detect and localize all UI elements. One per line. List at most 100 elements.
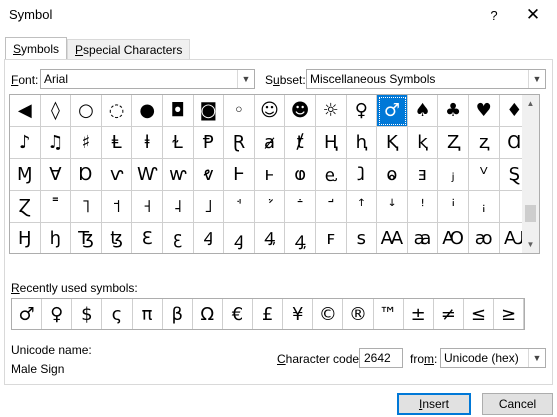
symbol-cell[interactable]: ● bbox=[132, 95, 163, 127]
symbol-cell[interactable]: ⱪ bbox=[407, 127, 439, 159]
font-dropdown[interactable]: Arial ▼ bbox=[40, 69, 255, 89]
symbol-cell[interactable]: ♀ bbox=[346, 95, 378, 127]
symbol-cell[interactable]: Ꜵ bbox=[438, 223, 469, 253]
cancel-button[interactable]: Cancel bbox=[482, 393, 553, 415]
symbol-cell[interactable]: Ⱡ bbox=[101, 127, 133, 159]
recent-symbol-cell[interactable]: ≠ bbox=[434, 299, 464, 329]
symbol-cell[interactable]: ☺ bbox=[254, 95, 286, 127]
recent-symbol-cell[interactable]: ≥ bbox=[494, 299, 525, 329]
symbol-cell[interactable]: Ɫ bbox=[162, 127, 194, 159]
symbol-cell[interactable]: Ⱶ bbox=[224, 159, 255, 191]
symbol-cell[interactable]: ⱽ bbox=[468, 159, 500, 191]
symbol-cell[interactable]: Ⱳ bbox=[132, 159, 163, 191]
symbol-cell[interactable]: ⱺ bbox=[377, 159, 408, 191]
scroll-up-icon[interactable]: ▲ bbox=[522, 95, 539, 112]
symbol-cell[interactable]: Ꜳ bbox=[377, 223, 408, 253]
symbol-cell[interactable]: ⱶ bbox=[254, 159, 286, 191]
symbol-cell[interactable]: Ꜧ bbox=[10, 223, 41, 253]
symbol-cell[interactable]: Ꜫ bbox=[132, 223, 163, 253]
symbol-cell[interactable]: Ꜩ bbox=[71, 223, 102, 253]
symbol-cell[interactable]: Ⱬ bbox=[438, 127, 469, 159]
symbol-cell[interactable]: Ɐ bbox=[40, 159, 72, 191]
recent-symbol-cell[interactable]: ♂ bbox=[12, 299, 43, 329]
symbol-cell[interactable]: ♂ bbox=[377, 95, 408, 127]
symbol-cell[interactable]: ♣ bbox=[438, 95, 469, 127]
recent-symbol-cell[interactable]: € bbox=[223, 299, 253, 329]
recent-symbol-cell[interactable]: $ bbox=[72, 299, 103, 329]
tab-symbols[interactable]: Symbols bbox=[5, 37, 68, 60]
symbol-cell[interactable]: ꜱ bbox=[347, 223, 378, 253]
recent-symbol-cell[interactable]: ™ bbox=[374, 299, 404, 329]
symbol-cell[interactable]: ꜚ bbox=[315, 191, 347, 223]
scrollbar-thumb[interactable] bbox=[525, 205, 536, 222]
symbol-cell[interactable]: ˦ bbox=[101, 191, 133, 223]
symbol-cell[interactable]: ⱡ bbox=[132, 127, 163, 159]
symbol-cell[interactable]: ꜜ bbox=[377, 191, 408, 223]
symbol-cell[interactable]: ˨ bbox=[162, 191, 194, 223]
symbol-cell[interactable]: ○ bbox=[71, 95, 102, 127]
symbol-cell[interactable]: ☻ bbox=[285, 95, 316, 127]
recent-symbol-cell[interactable]: ς bbox=[102, 299, 133, 329]
recent-symbol-cell[interactable]: ≤ bbox=[464, 299, 494, 329]
symbol-cell[interactable]: ⱥ bbox=[254, 127, 286, 159]
subset-dropdown[interactable]: Miscellaneous Symbols ▼ bbox=[306, 69, 546, 89]
symbol-cell[interactable]: ◘ bbox=[162, 95, 194, 127]
symbol-cell[interactable]: ⱻ bbox=[407, 159, 439, 191]
symbol-cell[interactable]: Ɒ bbox=[71, 159, 102, 191]
symbol-cell[interactable]: Ɽ bbox=[224, 127, 255, 159]
symbol-cell[interactable]: ⱨ bbox=[346, 127, 378, 159]
symbol-cell[interactable]: ꜝ bbox=[407, 191, 439, 223]
symbol-cell[interactable]: ⱸ bbox=[315, 159, 347, 191]
recent-symbol-cell[interactable]: © bbox=[313, 299, 344, 329]
symbol-cell[interactable]: Ⱪ bbox=[377, 127, 408, 159]
symbol-cell[interactable]: ꜵ bbox=[469, 223, 500, 253]
recent-symbol-cell[interactable]: ♀ bbox=[42, 299, 73, 329]
recent-symbol-cell[interactable]: ® bbox=[343, 299, 374, 329]
recent-symbol-cell[interactable]: ¥ bbox=[283, 299, 314, 329]
symbol-cell[interactable]: ☼ bbox=[315, 95, 347, 127]
symbol-cell[interactable]: ꜧ bbox=[41, 223, 72, 253]
symbol-cell[interactable]: ◊ bbox=[40, 95, 72, 127]
symbol-cell[interactable]: ♫ bbox=[40, 127, 72, 159]
symbol-cell[interactable]: ⱦ bbox=[285, 127, 316, 159]
symbol-cell[interactable]: ⱱ bbox=[101, 159, 133, 191]
symbol-cell[interactable]: ꜫ bbox=[163, 223, 194, 253]
symbol-cell[interactable]: ⱬ bbox=[468, 127, 500, 159]
symbol-cell[interactable]: ˭ bbox=[40, 191, 72, 223]
symbol-cell[interactable]: ꜩ bbox=[102, 223, 133, 253]
close-button[interactable]: ✕ bbox=[520, 2, 546, 28]
help-button[interactable]: ? bbox=[483, 2, 505, 28]
recent-symbol-cell[interactable]: £ bbox=[253, 299, 284, 329]
symbol-cell[interactable]: ꜯ bbox=[285, 223, 316, 253]
symbol-cell[interactable]: ꜗ bbox=[224, 191, 255, 223]
symbol-cell[interactable]: ◌ bbox=[101, 95, 133, 127]
symbol-cell[interactable]: ˥ bbox=[71, 191, 102, 223]
symbol-cell[interactable]: ♠ bbox=[407, 95, 439, 127]
symbol-grid-scrollbar[interactable]: ▲ ▼ bbox=[522, 95, 539, 253]
symbol-cell[interactable]: ⱼ bbox=[438, 159, 469, 191]
scroll-down-icon[interactable]: ▼ bbox=[522, 236, 539, 253]
symbol-cell[interactable]: ⱴ bbox=[193, 159, 225, 191]
symbol-cell[interactable]: ꜞ bbox=[438, 191, 469, 223]
symbol-cell[interactable]: ꜳ bbox=[408, 223, 439, 253]
tab-special-characters[interactable]: Pspecial Characters bbox=[67, 39, 191, 60]
symbol-cell[interactable]: ˧ bbox=[132, 191, 163, 223]
symbol-cell[interactable]: ♪ bbox=[10, 127, 41, 159]
symbol-cell[interactable]: ⱷ bbox=[285, 159, 316, 191]
from-dropdown[interactable]: Unicode (hex) ▼ bbox=[440, 348, 546, 368]
symbol-cell[interactable]: Ɀ bbox=[10, 191, 41, 223]
symbol-cell[interactable]: ˩ bbox=[193, 191, 225, 223]
symbol-cell[interactable]: Ᵽ bbox=[193, 127, 225, 159]
symbol-cell[interactable]: ◙ bbox=[193, 95, 225, 127]
symbol-cell[interactable]: Ꜯ bbox=[255, 223, 286, 253]
symbol-cell[interactable]: ♯ bbox=[71, 127, 102, 159]
symbol-cell[interactable]: Ⱨ bbox=[315, 127, 347, 159]
symbol-cell[interactable]: Ɱ bbox=[10, 159, 41, 191]
symbol-cell[interactable]: ◀ bbox=[10, 95, 41, 127]
symbol-cell[interactable]: ⱹ bbox=[346, 159, 378, 191]
recent-symbol-cell[interactable]: π bbox=[133, 299, 163, 329]
character-code-input[interactable]: 2642 bbox=[359, 348, 403, 368]
symbol-cell[interactable]: ꜟ bbox=[468, 191, 500, 223]
symbol-cell[interactable]: ꜙ bbox=[285, 191, 316, 223]
symbol-cell[interactable]: ꜭ bbox=[224, 223, 255, 253]
